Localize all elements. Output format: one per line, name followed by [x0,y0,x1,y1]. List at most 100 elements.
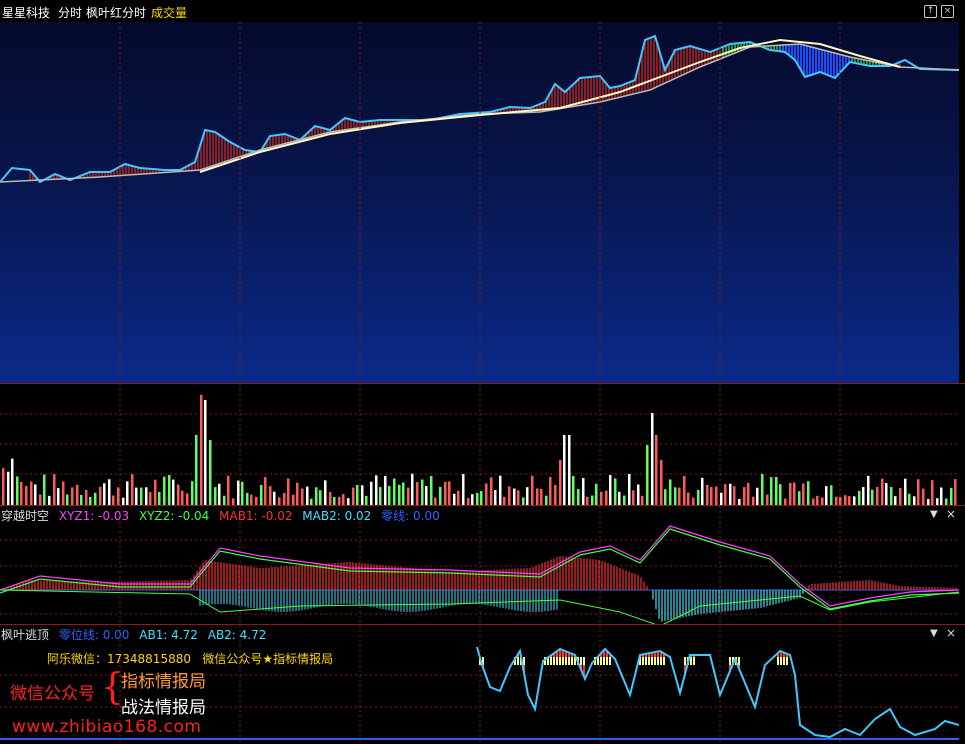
dropdown-icon[interactable]: ▼ [930,509,938,520]
publication-2: 战法情报局 [121,698,206,718]
volume-bar [471,494,474,505]
volume-bar [319,490,322,505]
ab-line [476,646,959,739]
volume-bar [168,474,171,505]
volume-chart [0,384,959,505]
volume-bar [20,481,23,505]
volume-bar [922,488,925,505]
volume-bar [881,478,884,505]
volume-bar [425,485,428,505]
volume-bar [181,490,184,505]
volume-bar [899,488,902,505]
volume-bar [821,497,824,505]
close-icon[interactable]: × [946,507,956,521]
volume-bar [241,481,244,505]
volume-bar [66,494,69,505]
volume-bar [586,496,589,505]
volume-bar [582,478,585,505]
volume-bar [545,495,548,505]
volume-bar [85,489,88,505]
close-icon[interactable]: × [941,5,954,18]
volume-bar [720,492,723,505]
price-panel[interactable] [0,22,959,383]
volume-bar [908,493,911,505]
volume-bar [549,476,552,505]
indicator-name[interactable]: 枫叶红分时 [86,4,146,21]
volume-bar [342,494,345,505]
dropdown-icon[interactable]: ▼ [930,628,938,639]
volume-bar [227,475,230,505]
xyz-panel-title[interactable]: 穿越时空 [1,509,49,523]
volume-bar [48,495,51,505]
xyz2-value: XYZ2: -0.04 [138,509,210,523]
xyz-panel[interactable]: 穿越时空 XYZ1: -0.03 XYZ2: -0.04 MAB1: -0.02… [0,506,959,624]
volume-bar [761,474,764,505]
volume-bar [867,475,870,505]
volume-bar [775,476,778,505]
stock-name[interactable]: 星星科技 [2,4,50,21]
volume-bar [830,485,833,505]
volume-bar [39,494,42,505]
volume-bar [614,478,617,505]
volume-bar [490,477,493,505]
volume-bar [701,477,704,505]
mab2-value: MAB2: 0.02 [302,509,372,523]
volume-bar [559,460,562,505]
sub-indicator-name[interactable]: 成交量 [151,4,187,21]
volume-bar [526,487,529,505]
volume-bar [816,495,819,505]
volume-bar [365,495,368,505]
volume-bar [145,487,148,505]
volume-bar [522,497,525,505]
volume-bar [186,493,189,505]
volume-bar [457,490,460,505]
volume-bar [264,477,267,505]
volume-bar [655,435,658,505]
volume-bar [25,486,28,505]
volume-bar [839,496,842,505]
volume-panel[interactable] [0,384,959,505]
mab1-value: MAB1: -0.02 [219,509,293,523]
volume-bar [913,496,916,505]
volume-bar [99,486,102,505]
volume-bar [287,478,290,505]
volume-bar [462,474,465,505]
volume-bar [499,475,502,505]
volume-bar [250,494,253,505]
volume-bar [260,485,263,505]
volume-bar [871,489,874,505]
volume-bar [591,495,594,505]
volume-bar [894,496,897,505]
chart-header: 星星科技 分时 枫叶红分时 成交量 ↑ × [0,0,965,22]
volume-bar [950,487,953,505]
volume-bar [338,496,341,505]
volume-bar [223,495,226,505]
volume-bar [954,479,957,505]
volume-bar [623,495,626,505]
price-chart [0,22,959,383]
publication-1: 指标情报局 [121,672,206,692]
volume-bar [333,496,336,505]
escape-panel[interactable]: 枫叶逃顶 零位线: 0.00 AB1: 4.72 AB2: 4.72 ▼ × 阿… [0,625,959,744]
volume-bar [283,493,286,505]
volume-bar [324,480,327,505]
volume-bar [904,478,907,505]
volume-bar [572,475,575,505]
escape-panel-title[interactable]: 枫叶逃顶 [1,628,49,642]
volume-bar [402,482,405,505]
volume-bar [315,487,318,505]
volume-bar [697,489,700,505]
zoom-icon[interactable]: ↑ [924,5,937,18]
volume-bar [789,482,792,505]
close-icon[interactable]: × [946,626,956,640]
period-label[interactable]: 分时 [58,4,82,21]
volume-bar [669,479,672,505]
volume-bar [306,486,309,505]
volume-bar [646,445,649,505]
volume-bar [825,486,828,505]
volume-bar [563,435,566,505]
volume-bar [195,435,198,505]
volume-bar [798,491,801,505]
volume-bar [554,485,557,505]
volume-bar [112,495,115,505]
